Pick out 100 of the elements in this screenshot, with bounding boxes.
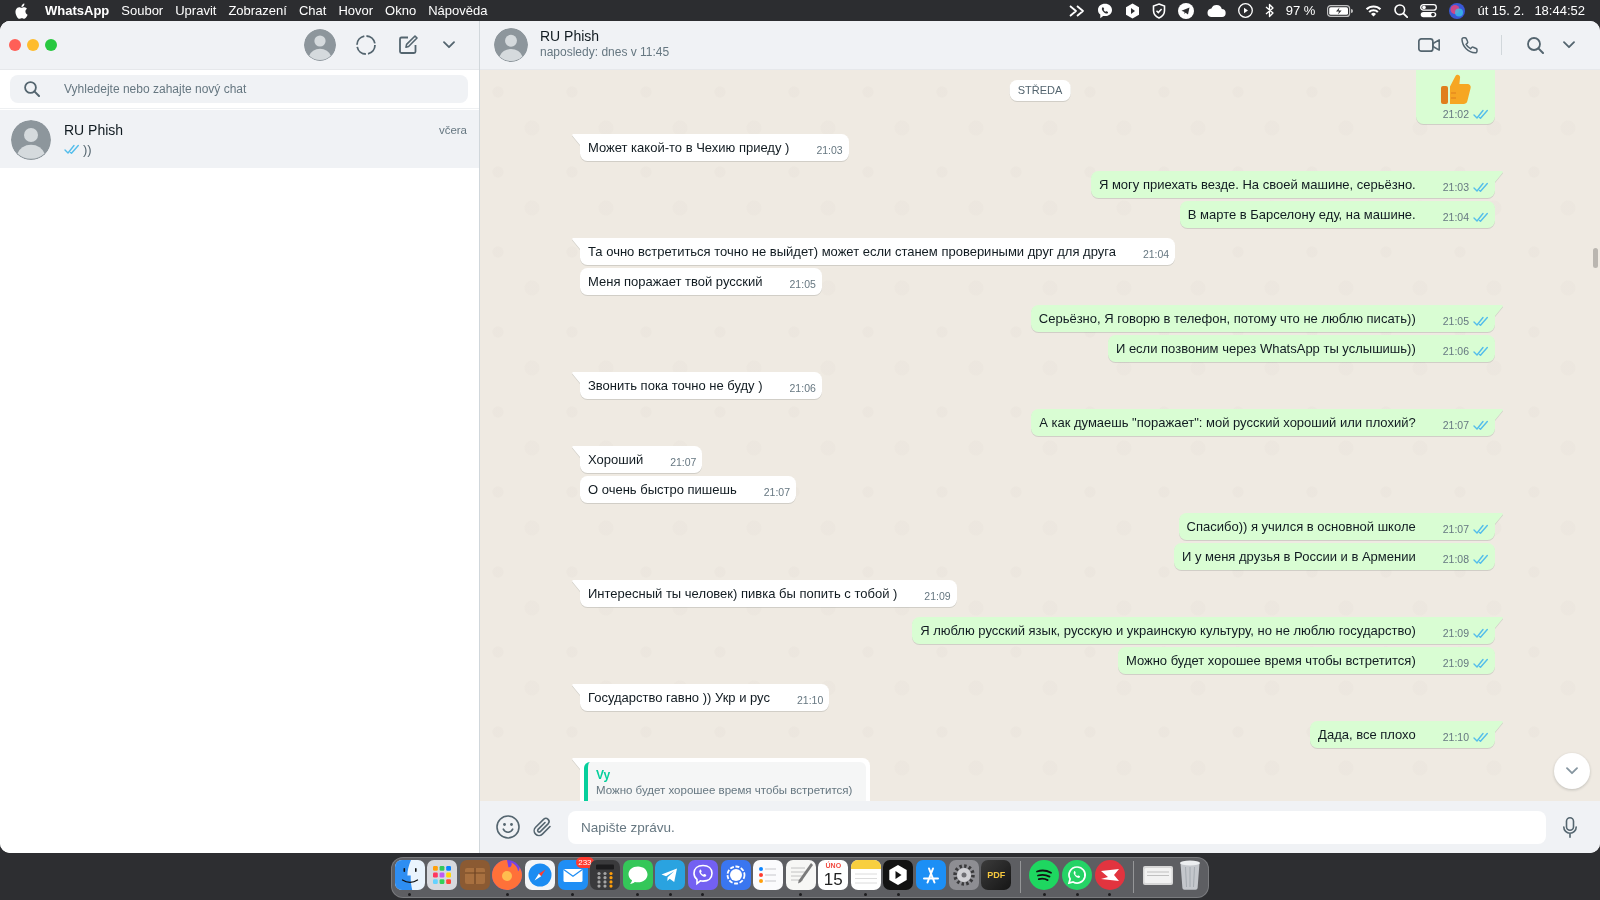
notepad-icon[interactable] — [850, 860, 881, 890]
menu-item[interactable]: Soubor — [121, 0, 164, 21]
contact-name: RU Phish — [540, 28, 601, 45]
paperclip-icon[interactable] — [532, 816, 552, 838]
message-time: 21:09 — [1442, 627, 1469, 640]
toggles-icon[interactable] — [1420, 3, 1438, 18]
message-time: 21:08 — [1442, 553, 1469, 566]
menu-item[interactable]: Chat — [298, 0, 327, 21]
paper-plane-icon[interactable] — [1177, 2, 1194, 19]
message-input-field[interactable]: Napište zprávu. — [568, 810, 1546, 844]
battery-percentage: 97 % — [1285, 2, 1316, 20]
quote-author: Vy — [596, 767, 612, 783]
menu-item[interactable]: Nápověda — [428, 0, 488, 21]
orb-icon[interactable] — [1449, 2, 1466, 19]
double-arrow-icon[interactable] — [1068, 4, 1085, 17]
message-text: А как думаешь "поражает": мой русский хороший или плохий? — [1039, 414, 1416, 431]
menu-item[interactable]: Upravit — [175, 0, 217, 21]
phone-bubble-icon[interactable] — [687, 860, 718, 890]
message-text: Интересный ты человек) пивка бы попить с тобой ) — [588, 585, 898, 602]
chat-bubble-icon[interactable] — [720, 860, 751, 890]
video-camera-icon[interactable] — [1418, 38, 1440, 52]
message-time: 21:06 — [1442, 345, 1469, 358]
compass-icon[interactable] — [524, 860, 555, 890]
bluetooth-icon[interactable] — [1264, 3, 1274, 18]
message-text: Можно будет хорошее время чтобы встретится) — [1125, 652, 1416, 669]
message-text: Спасибо)) я учился в основной школе — [1186, 518, 1416, 535]
menu-clock: 18:44:52 — [1534, 2, 1585, 20]
message-text: В марте в Барселону еду, на машине. — [1187, 206, 1416, 223]
menu-item[interactable]: Zobrazení — [228, 0, 287, 21]
chat-time: včera — [438, 124, 467, 136]
scrollbar-thumb[interactable] — [1593, 248, 1598, 268]
flame-globe-icon[interactable] — [492, 860, 523, 890]
hexagon-icon[interactable] — [1124, 2, 1140, 19]
message-time: 21:05 — [789, 278, 816, 291]
message-time: 21:04 — [1142, 248, 1170, 261]
message-time: 21:09 — [924, 590, 951, 603]
message-time: 21:07 — [1442, 523, 1469, 536]
pdf-document-tile[interactable]: PDF — [981, 860, 1012, 890]
message-time: 21:07 — [763, 486, 790, 499]
chevron-down-icon[interactable] — [443, 41, 455, 49]
message-text: Хороший — [588, 451, 644, 468]
avatar-icon — [494, 28, 528, 62]
speech-bubble-icon[interactable] — [622, 860, 653, 890]
message-text: И у меня друзья в России и в Армении — [1181, 548, 1416, 565]
shield-icon[interactable] — [1151, 2, 1166, 19]
message-time: 21:07 — [670, 456, 697, 469]
calculator-icon[interactable] — [590, 860, 621, 890]
message-time: 21:03 — [816, 144, 843, 157]
smiley-icon[interactable] — [496, 815, 520, 839]
message-text: Может какой-то в Чехию приеду ) — [588, 139, 790, 156]
menu-date: út 15. 2. — [1477, 2, 1525, 20]
message-text: И если позвоним через WhatsApp ты услышишь)) — [1115, 340, 1416, 357]
message-time: 21:02 — [1442, 108, 1469, 121]
last-seen-status: naposledy: dnes v 11:45 — [540, 45, 670, 60]
app-grid-icon[interactable] — [427, 860, 458, 890]
search-field[interactable]: Vyhledejte nebo zahajte nový chat — [10, 75, 468, 103]
close-button[interactable] — [9, 39, 21, 51]
message-time: 21:06 — [789, 382, 816, 395]
chevron-down-icon — [1566, 767, 1578, 775]
avatar-icon — [11, 120, 51, 160]
search-icon[interactable] — [1394, 3, 1409, 18]
chevron-down-icon[interactable] — [1563, 41, 1575, 49]
smiling-face-icon[interactable] — [394, 860, 425, 890]
message-text: Серьёзно, Я говорю в телефон, потому что не люблю писать)) — [1038, 310, 1416, 327]
arrow-disc-icon[interactable] — [1094, 860, 1125, 890]
gear-icon[interactable] — [948, 860, 979, 890]
chat-list-item[interactable]: RU Phish včera )) — [0, 110, 479, 168]
battery-icon[interactable] — [1327, 4, 1354, 17]
sound-waves-icon[interactable] — [1029, 860, 1060, 890]
apple-icon[interactable] — [15, 2, 28, 19]
notepad-pen-icon[interactable] — [785, 860, 816, 890]
message-time: 21:03 — [1442, 181, 1469, 194]
cloud-icon[interactable] — [1205, 4, 1226, 17]
chat-name: RU Phish — [64, 122, 124, 138]
app-menu[interactable]: WhatsApp — [45, 0, 110, 21]
avatar-icon[interactable] — [304, 29, 336, 61]
phone-icon[interactable] — [1461, 36, 1478, 54]
message-time: 21:05 — [1442, 315, 1469, 328]
message-text: Я люблю русский язык, русскую и украинскую культуру, но не люблю государство) — [920, 622, 1416, 639]
message-text: Дада, все плохо — [1318, 726, 1416, 743]
a-shape-icon[interactable] — [916, 860, 947, 890]
menu-item[interactable]: Hovor — [338, 0, 374, 21]
date-separator: STŘEDA — [1009, 80, 1071, 101]
phone-speech-bubble-icon[interactable] — [1062, 860, 1093, 890]
message-time: 21:09 — [1442, 657, 1469, 670]
phone-bubble-icon[interactable] — [1096, 2, 1113, 19]
status-ring-icon[interactable] — [356, 35, 376, 55]
checklist-icon[interactable] — [753, 860, 784, 890]
wifi-icon[interactable] — [1365, 4, 1383, 17]
message-text: Звонить пока точно не буду ) — [588, 377, 763, 394]
play-circle-icon[interactable] — [1237, 3, 1253, 18]
message-text: Та очно встретиться точно не выйдет) может если станем провериными друг для друга — [588, 243, 1116, 260]
quoted-message[interactable]: Vy Можно будет хорошее время чтобы встретится) — [584, 762, 867, 801]
microphone-icon[interactable] — [1563, 816, 1577, 838]
message-time: 21:04 — [1442, 211, 1469, 224]
new-chat-icon[interactable] — [398, 35, 418, 55]
paper-plane-icon[interactable] — [655, 860, 686, 890]
message-preview: )) — [83, 142, 92, 157]
menu-item[interactable]: Okno — [385, 0, 417, 21]
message-time: 21:07 — [1442, 419, 1469, 432]
